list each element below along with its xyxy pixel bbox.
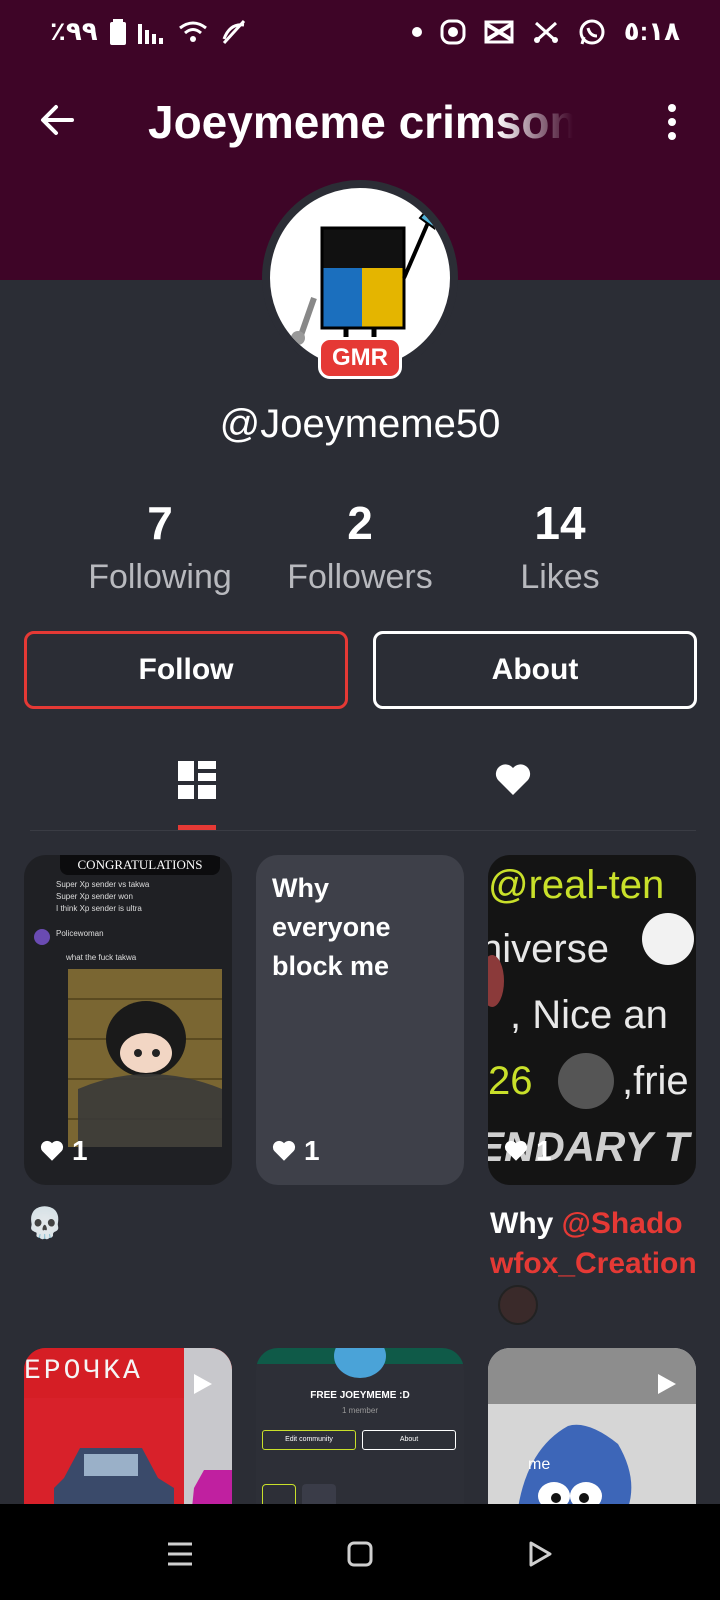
- heart-icon: [495, 764, 531, 795]
- like-count: 1: [536, 1135, 552, 1166]
- post-card-5[interactable]: FREE JOEYMEME :D 1 member Edit community…: [256, 1348, 464, 1508]
- stat-likes: 14 Likes: [460, 495, 660, 603]
- post-2-text: Why everyone block me: [272, 873, 391, 981]
- post-1-caption: 💀: [26, 1207, 64, 1240]
- post-card-2[interactable]: Why everyone block me 1: [256, 855, 464, 1185]
- nav-back-button[interactable]: [516, 1530, 564, 1578]
- following-label: Following: [88, 558, 232, 596]
- active-tab-indicator: [178, 825, 216, 830]
- post-3-line: 26: [488, 1059, 533, 1103]
- post-card-3[interactable]: @real-ten niverse , Nice an 26 ,frie END…: [488, 855, 696, 1185]
- gmr-badge: GMR: [318, 337, 402, 379]
- followers-label: Followers: [287, 558, 433, 596]
- play-icon: [658, 1374, 676, 1394]
- post-3-line: ,frie: [622, 1059, 689, 1103]
- post-3-line: , Nice an: [510, 993, 668, 1037]
- likes-count: 14: [534, 497, 586, 549]
- post-3-line: @real-ten: [488, 863, 665, 907]
- tab-posts[interactable]: [167, 755, 227, 805]
- more-options-button[interactable]: [648, 98, 696, 146]
- triangle-back-icon: [529, 1541, 552, 1567]
- chat-author: Policewoman: [56, 929, 104, 938]
- community-about-button: About: [362, 1430, 456, 1450]
- username-handle: @Joeymeme50: [219, 402, 501, 446]
- post-1-chat-lines: Super Xp sender vs takwa Super Xp sender…: [56, 879, 149, 915]
- chat-avatar: [34, 929, 50, 945]
- following-count: 7: [147, 497, 173, 549]
- signal-icon: [137, 20, 166, 44]
- back-arrow-icon: [41, 105, 74, 135]
- home-button[interactable]: [336, 1530, 384, 1578]
- square-icon: [347, 1541, 373, 1567]
- about-button[interactable]: About: [373, 631, 697, 709]
- like-count: 1: [304, 1135, 320, 1166]
- heart-icon: [504, 1140, 528, 1161]
- post-3-avatar: [558, 1053, 614, 1109]
- data-saver-off-icon: [220, 19, 248, 45]
- capcut-icon: [484, 20, 514, 44]
- dot-icon: [411, 26, 422, 37]
- clock: ٥:١٨: [623, 16, 680, 46]
- post-card-6[interactable]: me: [488, 1348, 696, 1508]
- post-1-likes: 1: [40, 1135, 88, 1167]
- back-button[interactable]: [34, 96, 82, 144]
- page-title: Joeymeme crimson: [148, 96, 573, 148]
- post-1-image: [68, 969, 222, 1147]
- system-nav-bar: [0, 1504, 720, 1600]
- caption-text: Why: [490, 1207, 562, 1240]
- top-bar: Joeymeme crimson: [0, 80, 720, 164]
- post-card-4[interactable]: EPOЧKA: [24, 1348, 232, 1508]
- post-3-line: niverse: [488, 927, 609, 971]
- chat-line: I think Xp sender is ultra: [56, 904, 142, 913]
- stat-following[interactable]: 7 Following: [60, 495, 260, 603]
- heart-icon: [40, 1140, 64, 1161]
- grid-icon: [178, 761, 216, 799]
- post-3-author-avatar[interactable]: [498, 1285, 538, 1325]
- edit-community-button: Edit community: [262, 1430, 356, 1450]
- menu-icon: [168, 1542, 192, 1566]
- heart-icon: [272, 1140, 296, 1161]
- post-card-1[interactable]: CONGRATULATIONS Super Xp sender vs takwa…: [24, 855, 232, 1185]
- status-right: ٥:١٨: [411, 16, 680, 47]
- chat-line: Super Xp sender vs takwa: [56, 880, 150, 889]
- community-icon: [334, 1348, 386, 1378]
- status-bar: ٪۹۹ ٥:١٨: [0, 0, 720, 62]
- tab-liked[interactable]: [483, 755, 543, 805]
- post-3-avatar: [642, 913, 694, 965]
- followers-count: 2: [347, 497, 373, 549]
- community-members: 1 member: [341, 1406, 378, 1415]
- battery-percent: ٪۹۹: [50, 16, 98, 46]
- post-3-caption: Why @Shadowfox_Creation: [490, 1204, 700, 1284]
- content-tabs: [30, 745, 696, 831]
- post-6-label: me: [528, 1456, 551, 1473]
- whatsapp-icon: [578, 18, 606, 46]
- follow-button[interactable]: Follow: [24, 631, 348, 709]
- recent-apps-button[interactable]: [156, 1530, 204, 1578]
- screen-record-icon: [440, 19, 466, 45]
- chat-forwarded-text: what the fuck takwa: [66, 953, 137, 962]
- like-count: 1: [72, 1135, 88, 1166]
- post-3-likes: 1: [504, 1135, 552, 1167]
- community-name: FREE JOEYMEME :D: [310, 1390, 410, 1401]
- congrats-banner: CONGRATULATIONS: [60, 855, 220, 875]
- wifi-icon: [178, 20, 208, 44]
- profile-stats: 7 Following 2 Followers 14 Likes: [60, 495, 660, 605]
- status-left: ٪۹۹: [50, 16, 248, 47]
- more-vertical-icon: [668, 104, 676, 140]
- play-icon: [194, 1374, 212, 1394]
- chat-line: Super Xp sender won: [56, 892, 133, 901]
- post-2-likes: 1: [272, 1135, 320, 1167]
- cut-icon: [532, 19, 560, 45]
- battery-icon: [109, 18, 126, 45]
- likes-label: Likes: [520, 558, 600, 596]
- stat-followers[interactable]: 2 Followers: [260, 495, 460, 603]
